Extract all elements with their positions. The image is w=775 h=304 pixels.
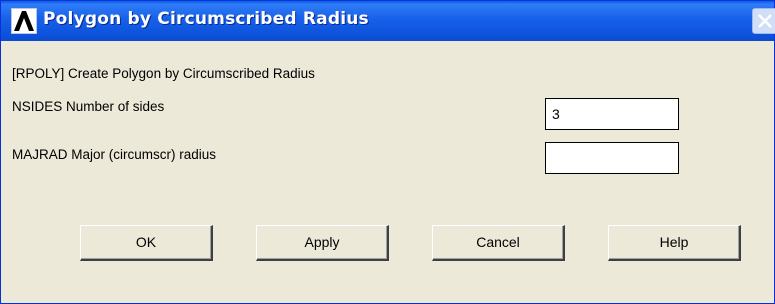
command-description: [RPOLY] Create Polygon by Circumscribed …	[12, 66, 315, 81]
apply-button[interactable]: Apply	[256, 225, 389, 261]
close-icon	[758, 14, 772, 28]
cancel-button[interactable]: Cancel	[432, 225, 565, 261]
help-button[interactable]: Help	[608, 225, 741, 261]
ansys-logo-icon	[11, 8, 37, 34]
dialog-window: Polygon by Circumscribed Radius [RPOLY] …	[0, 0, 775, 304]
close-button[interactable]	[752, 8, 775, 34]
majrad-input[interactable]	[545, 142, 679, 174]
majrad-label: MAJRAD Major (circumscr) radius	[12, 147, 217, 162]
title-bar[interactable]: Polygon by Circumscribed Radius	[1, 1, 775, 41]
nsides-label: NSIDES Number of sides	[12, 99, 165, 114]
nsides-input[interactable]	[545, 98, 679, 130]
ok-button[interactable]: OK	[80, 225, 213, 261]
window-title: Polygon by Circumscribed Radius	[43, 9, 369, 29]
